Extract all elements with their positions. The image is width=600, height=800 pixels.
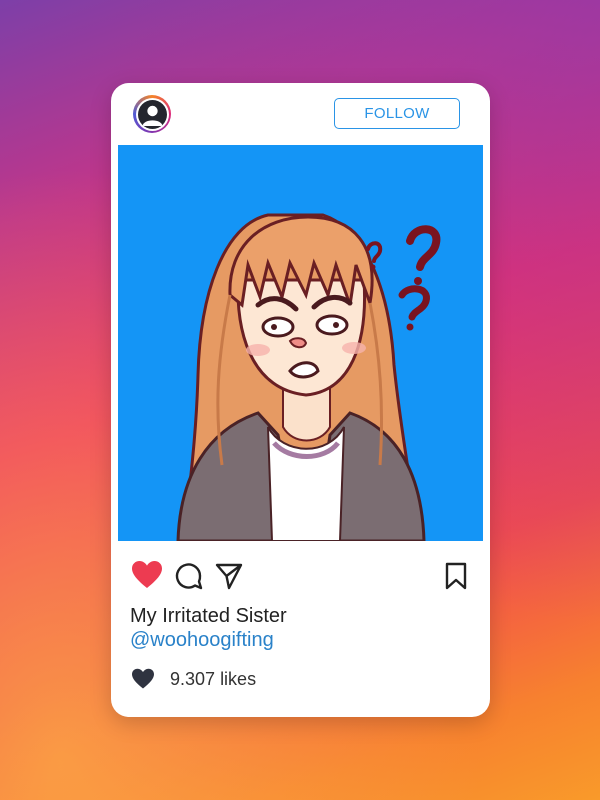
likes-summary: 9.307 likes bbox=[131, 667, 256, 691]
user-handle-link[interactable]: @woohoogifting bbox=[130, 628, 274, 652]
share-icon[interactable] bbox=[213, 560, 245, 592]
heart-icon[interactable] bbox=[130, 559, 164, 591]
post-caption: My Irritated Sister bbox=[130, 605, 287, 627]
post-image[interactable] bbox=[118, 145, 483, 541]
post-actions bbox=[111, 558, 490, 592]
profile-avatar[interactable] bbox=[133, 95, 171, 133]
bookmark-icon[interactable] bbox=[443, 561, 469, 591]
comment-icon[interactable] bbox=[173, 560, 205, 592]
follow-button[interactable]: FOLLOW bbox=[334, 98, 460, 129]
post-card: FOLLOW My Irritated Sister @woohoogiftin… bbox=[111, 83, 490, 717]
user-icon bbox=[137, 99, 167, 129]
likes-count: 9.307 bbox=[170, 668, 216, 689]
likes-label: likes bbox=[220, 668, 257, 689]
heart-icon bbox=[131, 668, 155, 690]
